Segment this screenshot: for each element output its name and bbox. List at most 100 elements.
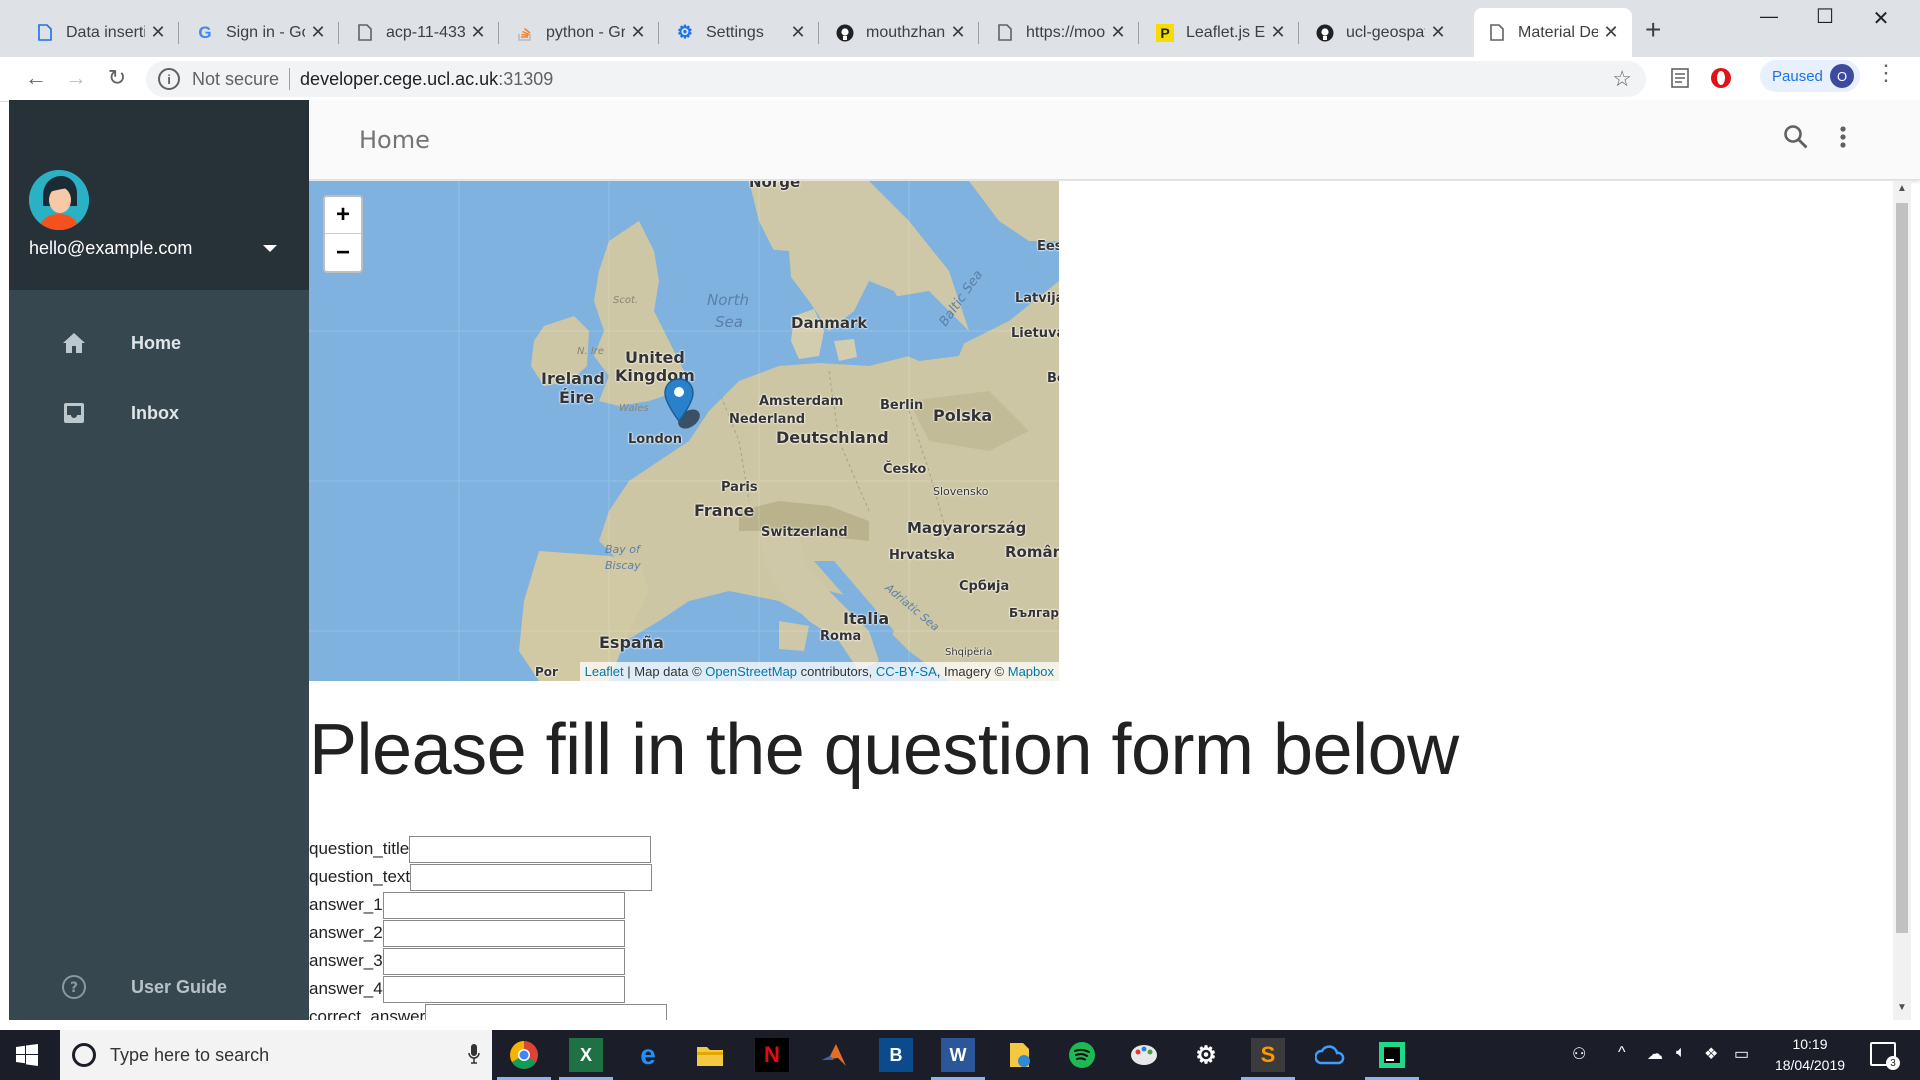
map-label: Por — [535, 665, 558, 679]
edge-taskbar-icon[interactable]: e — [631, 1038, 665, 1072]
account-switcher[interactable]: hello@example.com — [29, 238, 289, 259]
avatar[interactable] — [29, 170, 89, 230]
cloud-app-taskbar-icon[interactable] — [1313, 1038, 1347, 1072]
system-clock[interactable]: 10:19 18/04/2019 — [1772, 1034, 1848, 1076]
action-center-icon[interactable]: 3 — [1870, 1042, 1900, 1070]
field-label: answer_2 — [309, 923, 383, 942]
zoom-in-button[interactable]: + — [325, 197, 361, 234]
maximize-button[interactable]: ☐ — [1796, 4, 1854, 29]
windows-start-icon[interactable] — [16, 1044, 38, 1066]
close-icon[interactable]: ✕ — [469, 22, 487, 43]
answer-4-input[interactable] — [382, 975, 625, 1003]
answer-3-input[interactable] — [382, 947, 625, 975]
question-text-input[interactable] — [410, 863, 653, 891]
map-label: Българ — [1009, 606, 1059, 620]
browser-menu-icon[interactable]: ⋮ — [1875, 60, 1897, 86]
map-label: Magyarország — [907, 519, 1027, 537]
file-manager-taskbar-icon[interactable] — [1003, 1038, 1037, 1072]
leaflet-link[interactable]: Leaflet — [585, 664, 624, 679]
reload-button[interactable]: ↻ — [103, 65, 131, 91]
dropbox-icon[interactable]: ❖ — [1704, 1044, 1718, 1064]
answer-1-input[interactable] — [382, 891, 625, 919]
search-icon[interactable] — [1783, 124, 1813, 154]
page-scrollbar[interactable]: ▲ ▼ — [1893, 181, 1911, 1020]
window-close-button[interactable]: ✕ — [1852, 6, 1910, 31]
browser-tab[interactable]: mouthzhang ✕ — [822, 8, 979, 57]
question-form: question_title question_text answer_1 an… — [309, 835, 668, 1020]
spotify-taskbar-icon[interactable] — [1065, 1038, 1099, 1072]
word-taskbar-icon[interactable]: W — [931, 1038, 985, 1080]
zoom-out-button[interactable]: − — [325, 234, 361, 271]
more-vert-icon[interactable] — [1839, 124, 1853, 154]
close-icon[interactable]: ✕ — [789, 22, 807, 43]
address-bar[interactable]: i Not secure developer.cege.ucl.ac.uk :3… — [146, 61, 1646, 97]
question-title-input[interactable] — [409, 835, 652, 863]
nav-item-inbox[interactable]: Inbox — [9, 388, 309, 438]
map-attribution: Leaflet | Map data © OpenStreetMap contr… — [579, 662, 1059, 681]
info-icon[interactable]: i — [158, 68, 180, 90]
battery-icon[interactable]: ▭ — [1734, 1044, 1749, 1064]
github-icon — [836, 24, 854, 42]
sublime-taskbar-icon[interactable]: S — [1241, 1038, 1295, 1080]
close-icon[interactable]: ✕ — [1109, 22, 1127, 43]
browser-tab[interactable]: Data insertio ✕ — [22, 8, 179, 57]
close-icon[interactable]: ✕ — [1602, 22, 1620, 43]
browser-tab[interactable]: ⚙ Settings ✕ — [662, 8, 819, 57]
paint-taskbar-icon[interactable] — [1127, 1038, 1161, 1072]
map-label: North — [707, 291, 749, 309]
scroll-down-arrow-icon[interactable]: ▼ — [1893, 1002, 1911, 1018]
close-icon[interactable]: ✕ — [629, 22, 647, 43]
browser-tab[interactable]: P Leaflet.js Ess ✕ — [1142, 8, 1299, 57]
osm-link[interactable]: OpenStreetMap — [705, 664, 797, 679]
onedrive-icon[interactable]: ☁ — [1647, 1044, 1663, 1064]
help-icon: ? — [61, 974, 87, 1000]
nav-item-label: Home — [131, 332, 182, 353]
browser-tab[interactable]: ucl-geospati ✕ — [1302, 8, 1459, 57]
close-icon[interactable]: ✕ — [949, 22, 967, 43]
b-app-taskbar-icon[interactable]: B — [879, 1038, 913, 1072]
tab-title: acp-11-4333 — [386, 23, 465, 41]
file-explorer-taskbar-icon[interactable] — [693, 1038, 727, 1072]
close-icon[interactable]: ✕ — [1269, 22, 1287, 43]
close-icon[interactable]: ✕ — [149, 22, 167, 43]
microphone-icon[interactable] — [468, 1043, 480, 1065]
people-icon[interactable]: ⚇ — [1572, 1044, 1586, 1064]
security-label: Not secure — [192, 68, 280, 89]
new-tab-button[interactable]: + — [1645, 14, 1661, 46]
chrome-taskbar-icon[interactable] — [497, 1038, 551, 1080]
close-icon[interactable]: ✕ — [309, 22, 327, 43]
taskbar-search-box[interactable]: Type here to search — [60, 1030, 492, 1080]
excel-taskbar-icon[interactable]: X — [559, 1038, 613, 1080]
pycharm-taskbar-icon[interactable] — [1365, 1038, 1419, 1080]
bookmark-star-icon[interactable]: ☆ — [1612, 66, 1632, 92]
minimize-button[interactable]: — — [1740, 6, 1798, 27]
settings-taskbar-icon[interactable]: ⚙ — [1189, 1038, 1223, 1072]
profile-paused-button[interactable]: Paused O — [1760, 60, 1860, 92]
browser-tab[interactable]: https://mood ✕ — [982, 8, 1139, 57]
browser-tab[interactable]: python - Gra ✕ — [502, 8, 659, 57]
mapbox-link[interactable]: Mapbox — [1008, 664, 1054, 679]
back-button[interactable]: ← — [22, 65, 50, 91]
forward-button[interactable]: → — [62, 65, 90, 91]
map-marker-icon[interactable] — [663, 377, 700, 433]
browser-tab[interactable]: G Sign in - Goo ✕ — [182, 8, 339, 57]
volume-icon[interactable]: 🔈︎ — [1676, 1044, 1686, 1062]
scroll-thumb[interactable] — [1896, 203, 1908, 933]
leaflet-map[interactable]: Norge Eesti Latvija Lietuva North Sea Da… — [309, 181, 1059, 681]
opera-extension-icon[interactable] — [1710, 67, 1732, 91]
browser-tab-active[interactable]: Material De ✕ — [1474, 8, 1632, 57]
reader-extension-icon[interactable] — [1670, 67, 1692, 91]
correct-answer-input[interactable] — [425, 1003, 668, 1020]
tab-title: Settings — [706, 23, 764, 41]
matlab-taskbar-icon[interactable] — [817, 1038, 851, 1072]
nav-item-home[interactable]: Home — [9, 318, 309, 368]
chevron-down-icon[interactable] — [263, 245, 277, 252]
scroll-up-arrow-icon[interactable]: ▲ — [1893, 183, 1911, 199]
close-icon[interactable]: ✕ — [1429, 22, 1447, 43]
browser-tab[interactable]: acp-11-4333 ✕ — [342, 8, 499, 57]
show-hidden-icons-chevron-icon[interactable]: ^ — [1618, 1044, 1626, 1062]
netflix-taskbar-icon[interactable]: N — [755, 1038, 789, 1072]
license-link[interactable]: CC-BY-SA — [876, 664, 937, 679]
nav-item-user-guide[interactable]: ? User Guide — [9, 962, 309, 1012]
answer-2-input[interactable] — [382, 919, 625, 947]
